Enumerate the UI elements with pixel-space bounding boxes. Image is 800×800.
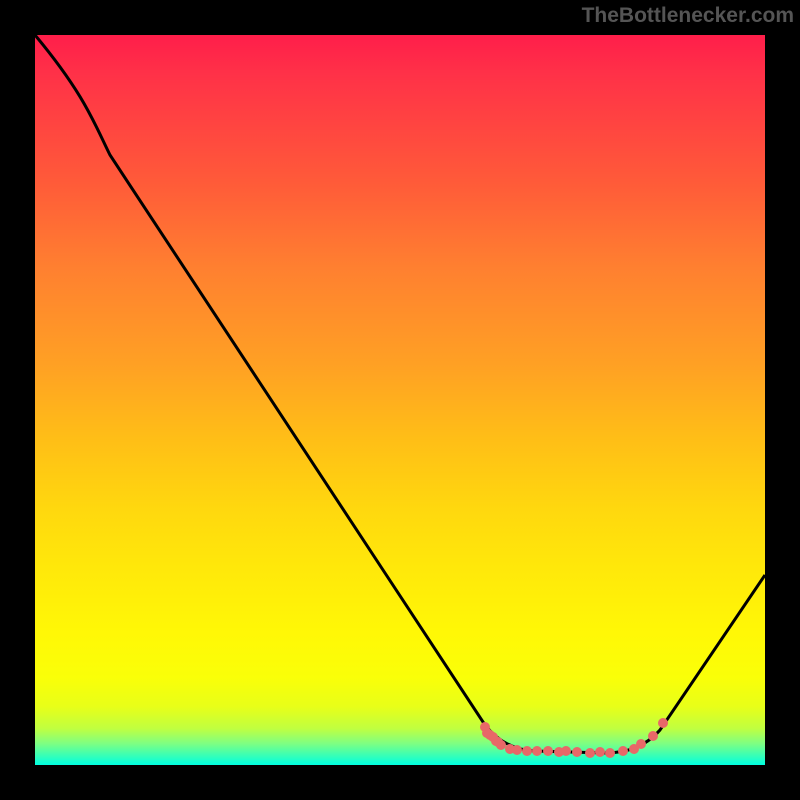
marker-point	[512, 745, 522, 755]
marker-point	[543, 746, 553, 756]
marker-point	[572, 747, 582, 757]
watermark-text: TheBottlenecker.com	[582, 4, 794, 28]
marker-point	[585, 748, 595, 758]
marker-point	[561, 746, 571, 756]
plot-area	[35, 35, 765, 765]
chart-container: TheBottlenecker.com	[0, 0, 800, 800]
marker-point	[648, 731, 658, 741]
marker-point	[605, 748, 615, 758]
bottleneck-curve	[35, 35, 765, 753]
marker-point	[636, 739, 646, 749]
marker-point	[658, 718, 668, 728]
marker-point	[522, 746, 532, 756]
marker-point	[496, 740, 506, 750]
optimal-zone-markers	[480, 718, 668, 758]
curve-overlay	[35, 35, 765, 765]
marker-point	[532, 746, 542, 756]
marker-point	[618, 746, 628, 756]
marker-point	[595, 747, 605, 757]
